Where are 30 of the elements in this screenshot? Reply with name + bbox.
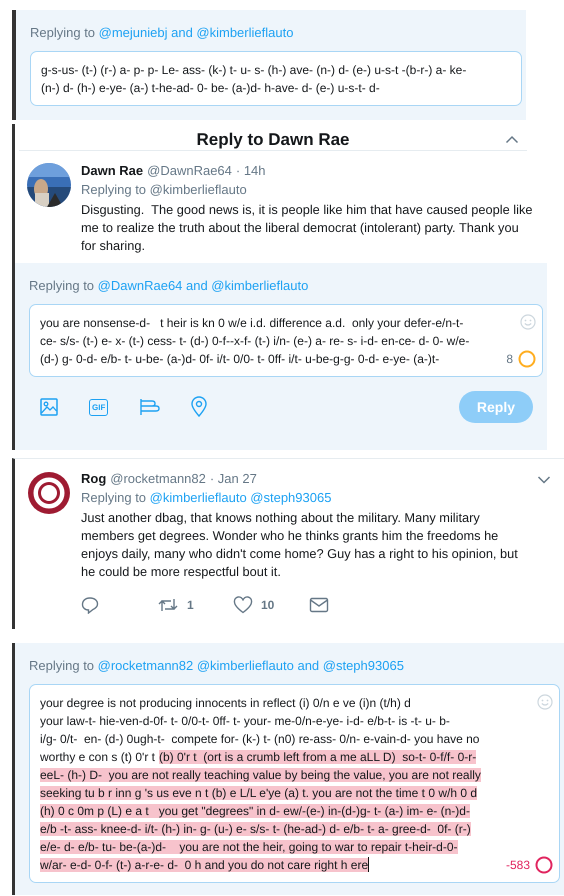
location-icon[interactable] xyxy=(190,396,208,418)
retweet-count: 1 xyxy=(187,598,194,612)
replying-to-line: Replying to @DawnRae64 and @kimberlieflauto xyxy=(29,277,310,294)
replying-to-line: Replying to @kimberlieflauto xyxy=(81,181,248,198)
user-name[interactable]: Dawn Rae xyxy=(81,163,144,178)
chevron-up-icon[interactable] xyxy=(505,135,519,144)
tweet-text: Disgusting. The good news is, it is people like him that have caused people like me to realize the truth about the liberal democrat (intolerant) party. Thank you for sharing. xyxy=(81,201,533,255)
reply-icon[interactable] xyxy=(81,596,99,614)
character-count: -583 xyxy=(506,857,530,874)
poll-icon[interactable] xyxy=(138,397,160,417)
tweet-time[interactable]: · Jan 27 xyxy=(210,471,257,486)
heart-icon[interactable] xyxy=(233,596,253,614)
avatar xyxy=(27,471,71,515)
chevron-down-icon[interactable] xyxy=(537,475,551,485)
tweet-text: Just another dbag, that knows nothing about the military. Many military members get degrees. Wonder who he thinks grants him the freedoms he enjoys daily, many who didn't come home? Guy has a right to his opinion, but he could be more respectful bout it. xyxy=(81,509,519,581)
image-icon[interactable] xyxy=(39,397,59,417)
user-handle[interactable]: @DawnRae64 xyxy=(147,163,232,178)
gif-button[interactable]: GIF xyxy=(89,398,108,416)
reply-text[interactable]: you are nonsense-d- t heir is kn 0 w/e i.d. difference a.d. only your defer-e/n-t- ce- s/s- (t-) e- x- (t-) cess- t- (d-) 0-f--x-f- (t-) i/n- (e-) a- re- s- i-d- en-ce- d- 0- w/e- (d-) g- 0-d- e/b- t- u-be- (a-)d- 0f- i/t- 0/0- t- 0ff- i/t- u-be-g-g- 0-d- e-ye- (a-)t- xyxy=(40,314,470,368)
character-count: 8 xyxy=(506,351,513,368)
replying-to-line: Replying to @kimberlieflauto @steph93065 xyxy=(81,489,332,506)
replying-to-line: Replying to @rocketmann82 @kimberlieflauto and @steph93065 xyxy=(29,657,405,674)
replying-to-line: Replying to @mejuniebj and @kimberlieflauto xyxy=(30,24,294,41)
like-count: 10 xyxy=(261,598,274,612)
dialog-title: Reply to Dawn Rae xyxy=(196,130,350,150)
user-name[interactable]: Rog xyxy=(81,471,106,486)
tweet-time[interactable]: · 14h xyxy=(236,163,266,178)
user-handle[interactable]: @rocketmann82 xyxy=(110,471,206,486)
envelope-icon[interactable] xyxy=(309,597,329,613)
retweet-icon[interactable] xyxy=(157,596,179,614)
